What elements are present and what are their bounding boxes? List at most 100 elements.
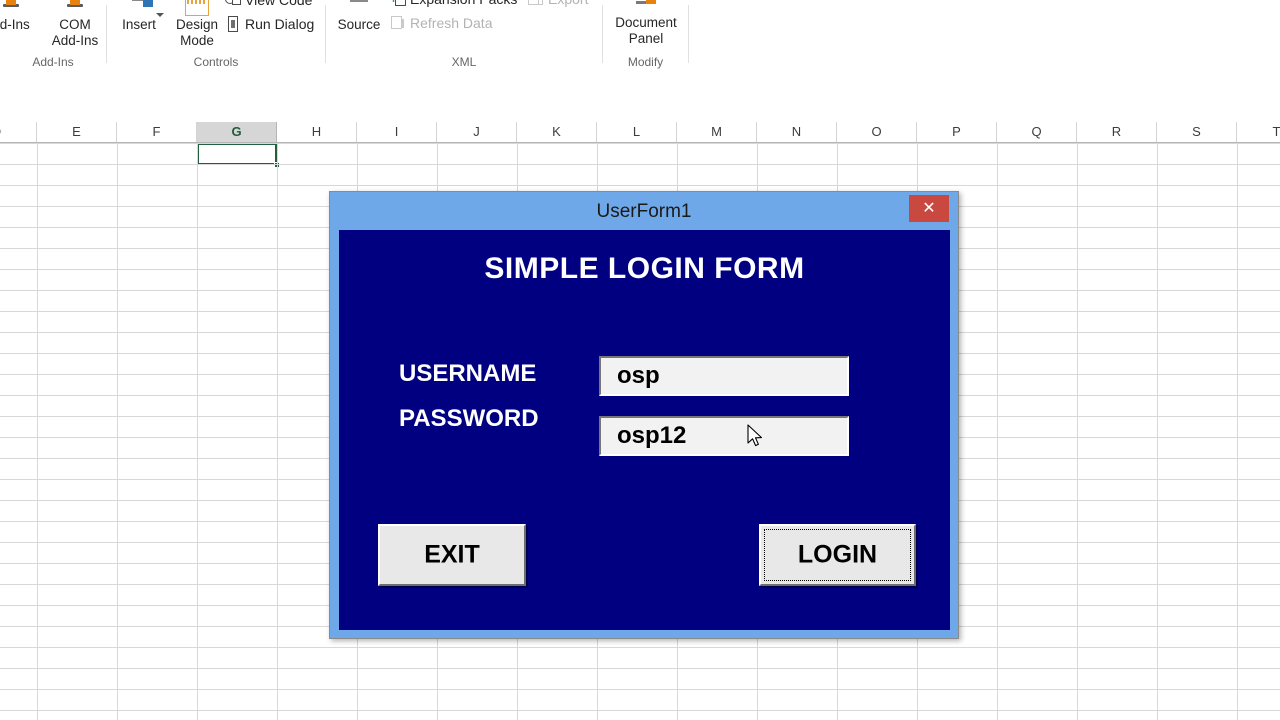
com-add-ins-button[interactable]: COM Add-Ins xyxy=(46,0,104,49)
ribbon-group-controls-body: Insert Design Mode View Code Run Dialog xyxy=(107,0,325,54)
column-header-i[interactable]: I xyxy=(357,122,437,142)
ribbon-group-label-xml: XML xyxy=(451,55,477,69)
expansion-packs-icon xyxy=(390,0,406,7)
grid-line-horizontal xyxy=(0,647,1280,648)
com-add-ins-label-2: Add-Ins xyxy=(51,33,99,48)
column-header-m[interactable]: M xyxy=(677,122,757,142)
refresh-data-icon xyxy=(390,15,406,31)
run-dialog-icon xyxy=(225,16,241,32)
design-mode-button[interactable]: Design Mode xyxy=(165,0,229,49)
grid-line-horizontal xyxy=(0,185,1280,186)
document-panel-label-2: Panel xyxy=(628,31,664,46)
document-panel-button[interactable]: Document Panel xyxy=(605,0,687,47)
ribbon-group-label-add-ins: Add-Ins xyxy=(32,55,74,69)
password-label: PASSWORD xyxy=(399,405,539,432)
document-panel-icon xyxy=(635,0,657,14)
design-mode-icon xyxy=(185,0,209,16)
ribbon: dd-Ins COM Add-Ins Add-Ins Insert xyxy=(0,0,1280,72)
export-icon xyxy=(528,0,544,7)
column-header-g[interactable]: G xyxy=(197,122,277,142)
grid-line-horizontal xyxy=(0,668,1280,669)
column-header-d[interactable]: D xyxy=(0,122,37,142)
column-header-t[interactable]: T xyxy=(1237,122,1280,142)
login-button[interactable]: LOGIN xyxy=(759,524,916,586)
grid-line-vertical xyxy=(997,143,998,720)
column-header-e[interactable]: E xyxy=(37,122,117,142)
excel-developer-screen: dd-Ins COM Add-Ins Add-Ins Insert xyxy=(0,0,1280,720)
grid-line-vertical xyxy=(197,143,198,720)
export-label: Export xyxy=(548,0,588,7)
source-icon xyxy=(348,0,370,16)
userform-dialog[interactable]: UserForm1 ✕ SIMPLE LOGIN FORM USERNAME o… xyxy=(329,191,959,639)
ribbon-group-label-controls: Controls xyxy=(193,55,239,69)
excel-add-ins-label: dd-Ins xyxy=(0,17,30,32)
design-mode-label-2: Mode xyxy=(180,33,214,48)
ribbon-group-xml-body: Source Expansion Packs Export Refresh Da… xyxy=(326,0,602,54)
column-header-j[interactable]: J xyxy=(437,122,517,142)
chevron-down-icon[interactable] xyxy=(155,13,164,32)
addin-icon xyxy=(65,0,85,16)
column-header-l[interactable]: L xyxy=(597,122,677,142)
run-dialog-label: Run Dialog xyxy=(245,16,315,32)
ribbon-group-add-ins: dd-Ins COM Add-Ins Add-Ins xyxy=(0,0,106,71)
ribbon-group-xml: Source Expansion Packs Export Refresh Da… xyxy=(326,0,602,71)
excel-add-ins-button[interactable]: dd-Ins xyxy=(0,0,42,33)
column-header-row: DEFGHIJKLMNOPQRST xyxy=(0,122,1280,143)
insert-icon xyxy=(132,0,154,16)
username-input[interactable]: osp xyxy=(599,356,849,396)
ribbon-group-label-modify: Modify xyxy=(627,55,664,69)
insert-label: Insert xyxy=(122,17,156,32)
grid-line-vertical xyxy=(1237,143,1238,720)
run-dialog-button[interactable]: Run Dialog xyxy=(225,16,314,33)
ribbon-separator xyxy=(688,5,689,63)
column-header-q[interactable]: Q xyxy=(997,122,1077,142)
view-code-button[interactable]: View Code xyxy=(225,0,312,9)
ribbon-group-add-ins-body: dd-Ins COM Add-Ins xyxy=(0,0,106,54)
ribbon-group-modify-body: Document Panel xyxy=(603,0,688,54)
refresh-data-label: Refresh Data xyxy=(410,15,493,31)
column-header-n[interactable]: N xyxy=(757,122,837,142)
active-cell-selection xyxy=(197,143,277,165)
userform-title: UserForm1 xyxy=(596,201,692,222)
login-button-label: LOGIN xyxy=(797,540,878,569)
grid-line-vertical xyxy=(277,143,278,720)
column-header-f[interactable]: F xyxy=(117,122,197,142)
grid-line-horizontal xyxy=(0,143,1280,144)
column-header-k[interactable]: K xyxy=(517,122,597,142)
document-panel-label-1: Document xyxy=(615,15,677,30)
grid-line-horizontal xyxy=(0,164,1280,165)
grid-line-horizontal xyxy=(0,689,1280,690)
expansion-packs-button[interactable]: Expansion Packs xyxy=(390,0,517,8)
userform-body: SIMPLE LOGIN FORM USERNAME osp PASSWORD … xyxy=(339,230,950,630)
grid-line-horizontal xyxy=(0,710,1280,711)
export-button: Export xyxy=(528,0,588,8)
exit-button-label: EXIT xyxy=(424,540,480,569)
exit-button[interactable]: EXIT xyxy=(378,524,526,586)
close-icon[interactable]: ✕ xyxy=(909,195,949,222)
userform-titlebar[interactable]: UserForm1 ✕ xyxy=(330,192,958,232)
expansion-packs-label: Expansion Packs xyxy=(410,0,517,7)
addin-icon xyxy=(1,0,21,16)
column-header-h[interactable]: H xyxy=(277,122,357,142)
form-heading: SIMPLE LOGIN FORM xyxy=(484,252,805,285)
view-code-label: View Code xyxy=(245,0,313,8)
source-label: Source xyxy=(337,17,381,32)
column-header-s[interactable]: S xyxy=(1157,122,1237,142)
password-input[interactable]: osp12 xyxy=(599,416,849,456)
username-label: USERNAME xyxy=(399,360,537,387)
grid-line-vertical xyxy=(1157,143,1158,720)
source-button[interactable]: Source xyxy=(328,0,390,33)
column-header-p[interactable]: P xyxy=(917,122,997,142)
ribbon-group-modify: Document Panel Modify xyxy=(603,0,688,71)
grid-line-vertical xyxy=(37,143,38,720)
view-code-icon xyxy=(225,0,241,8)
com-add-ins-label-1: COM xyxy=(59,17,91,32)
column-header-o[interactable]: O xyxy=(837,122,917,142)
design-mode-label-1: Design xyxy=(175,17,219,32)
grid-line-vertical xyxy=(1077,143,1078,720)
grid-line-vertical xyxy=(117,143,118,720)
column-header-r[interactable]: R xyxy=(1077,122,1157,142)
insert-button[interactable]: Insert xyxy=(115,0,171,33)
ribbon-group-controls: Insert Design Mode View Code Run Dialog … xyxy=(107,0,325,71)
refresh-data-button: Refresh Data xyxy=(390,15,492,32)
